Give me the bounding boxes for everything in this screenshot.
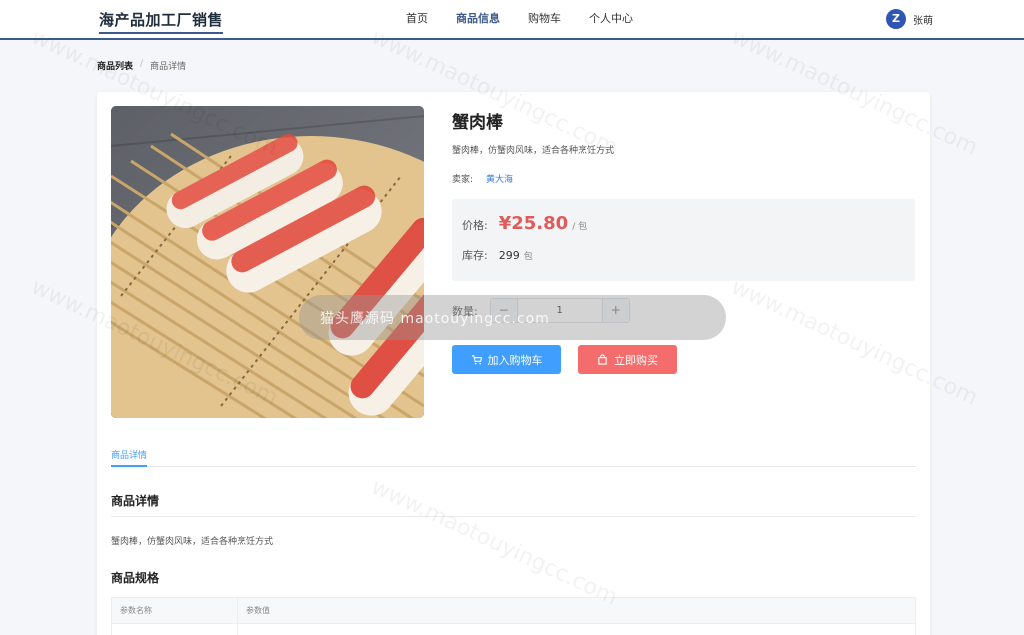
price-label: 价格: <box>462 219 488 232</box>
seller-label: 卖家: <box>452 175 474 185</box>
price-value: ¥25.80 <box>498 213 569 234</box>
price-unit: / 包 <box>572 222 588 232</box>
user-menu[interactable]: Z 张萌 <box>886 9 933 29</box>
buy-now-button[interactable]: 立即购买 <box>578 345 677 374</box>
stock-unit: 包 <box>523 252 533 262</box>
watermark-banner-text: 猫头鹰源码 maotouyingcc.com <box>320 311 550 327</box>
table-row <box>111 623 916 635</box>
product-image <box>111 106 424 418</box>
detail-description: 蟹肉棒，仿蟹肉风味，适合各种烹饪方式 <box>111 537 274 547</box>
nav-cart[interactable]: 购物车 <box>514 0 575 40</box>
divider <box>111 516 916 517</box>
spec-header-value: 参数值 <box>237 597 916 624</box>
nav-home[interactable]: 首页 <box>392 0 442 40</box>
product-title: 蟹肉棒 <box>452 113 503 133</box>
price-row: 价格: ¥25.80 / 包 <box>462 213 587 234</box>
nav-products[interactable]: 商品信息 <box>442 0 514 40</box>
nav-profile[interactable]: 个人中心 <box>575 0 647 40</box>
add-to-cart-button[interactable]: 加入购物车 <box>452 345 561 374</box>
add-to-cart-label: 加入购物车 <box>487 353 543 367</box>
avatar[interactable]: Z <box>886 9 906 29</box>
main-nav: 首页 商品信息 购物车 个人中心 <box>392 0 647 40</box>
breadcrumb-separator: / <box>140 59 144 69</box>
detail-tabs: 商品详情 <box>111 442 916 467</box>
breadcrumb-current: 商品详情 <box>150 62 187 72</box>
tab-product-detail[interactable]: 商品详情 <box>111 442 148 467</box>
cart-icon <box>471 355 482 365</box>
breadcrumb: 商品列表 / 商品详情 <box>97 59 186 72</box>
price-panel: 价格: ¥25.80 / 包 库存: 299 包 <box>452 199 915 281</box>
product-card: 蟹肉棒 蟹肉棒，仿蟹肉风味，适合各种烹饪方式 卖家: 黄大海 价格: ¥25.8… <box>97 92 930 635</box>
seller-link[interactable]: 黄大海 <box>486 172 513 185</box>
stock-label: 库存: <box>462 249 488 262</box>
detail-section-title: 商品详情 <box>111 494 160 508</box>
site-brand[interactable]: 海产品加工厂销售 <box>99 9 224 34</box>
username[interactable]: 张萌 <box>913 12 933 27</box>
stock-row: 库存: 299 包 <box>462 247 533 263</box>
stock-value: 299 <box>498 249 520 262</box>
breadcrumb-product-list[interactable]: 商品列表 <box>97 59 133 72</box>
shopping-bag-icon <box>598 354 607 365</box>
spec-section-title: 商品规格 <box>111 571 160 585</box>
buy-now-label: 立即购买 <box>614 353 658 367</box>
table-header-row: 参数名称 参数值 <box>111 597 916 624</box>
spec-header-name: 参数名称 <box>111 597 238 624</box>
table-cell <box>237 623 916 635</box>
product-description: 蟹肉棒，仿蟹肉风味，适合各种烹饪方式 <box>452 146 615 156</box>
table-cell <box>111 623 238 635</box>
seller-info: 卖家: 黄大海 <box>452 172 513 185</box>
top-navbar: 海产品加工厂销售 首页 商品信息 购物车 个人中心 Z 张萌 <box>0 0 1024 40</box>
spec-table: 参数名称 参数值 <box>111 597 916 635</box>
